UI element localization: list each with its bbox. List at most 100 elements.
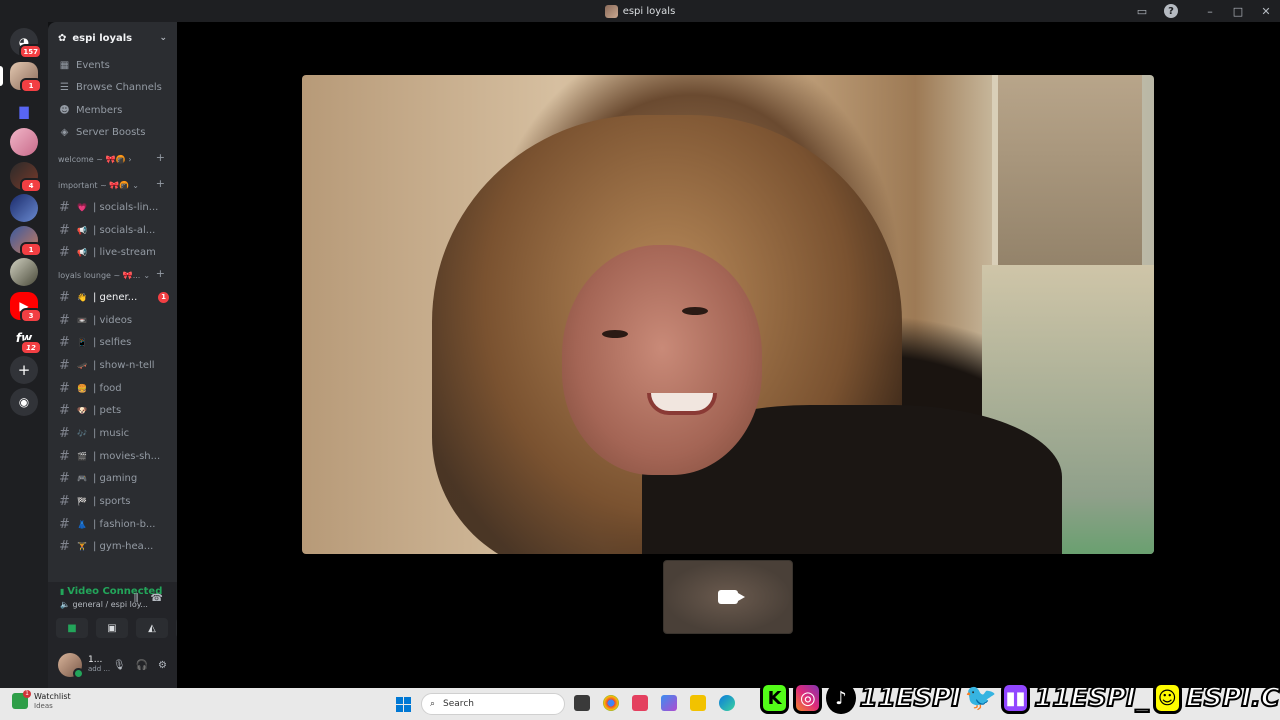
- add-server-icon[interactable]: +: [10, 356, 38, 384]
- menu-server-boosts[interactable]: ◈ Server Boosts: [48, 122, 177, 145]
- hash-icon: #: [59, 448, 70, 464]
- settings-gear-icon[interactable]: ⚙: [158, 660, 167, 671]
- self-view-tile[interactable]: [663, 560, 793, 634]
- channel-gym-health[interactable]: # 🏋 | gym-hea...: [48, 536, 177, 559]
- chevron-right-icon: ›: [128, 155, 132, 164]
- channel-fashion-beauty[interactable]: # 👗 | fashion-b...: [48, 513, 177, 536]
- calendar-icon: ▦: [59, 59, 70, 71]
- channel-name: | gym-hea...: [93, 541, 154, 553]
- video-camera-icon: [718, 590, 745, 604]
- hash-icon: #: [59, 222, 70, 238]
- search-placeholder: Search: [443, 699, 474, 709]
- video-smile: [647, 393, 717, 415]
- channel-gaming[interactable]: # 🎮 | gaming: [48, 468, 177, 491]
- channel-name: | live-stream: [93, 247, 156, 259]
- file-explorer-icon[interactable]: [690, 695, 706, 711]
- channel-emoji: 🎶: [77, 429, 87, 439]
- add-channel-icon[interactable]: +: [156, 151, 165, 164]
- participant-video[interactable]: [302, 75, 1154, 554]
- channel-socials-links[interactable]: # 💗 | socials-lin...: [48, 196, 177, 219]
- chrome-icon[interactable]: [603, 695, 619, 711]
- server-icon-7[interactable]: [10, 258, 38, 286]
- category-loyals-lounge[interactable]: loyals lounge ~ 🎀... ⌄ +: [48, 264, 177, 286]
- category-welcome[interactable]: welcome ~ 🎀🍘 › +: [48, 144, 177, 170]
- channel-emoji: 📱: [77, 338, 87, 348]
- hash-icon: #: [59, 289, 70, 305]
- category-important[interactable]: important ~ 🎀🍘 ⌄ +: [48, 170, 177, 196]
- video-eye: [602, 330, 628, 338]
- screen-share-button[interactable]: ▣: [96, 618, 128, 638]
- microphone-icon[interactable]: 🎙: [113, 660, 126, 671]
- search-icon: ⌕: [430, 699, 436, 709]
- boost-icon: ◈: [60, 127, 69, 139]
- home-button[interactable]: ◕ 157: [10, 28, 42, 59]
- camera-button[interactable]: ■: [56, 618, 88, 638]
- server-header[interactable]: ✿ espi loyals ⌄: [48, 22, 177, 54]
- channel-live-stream[interactable]: # 📢 | live-stream: [48, 241, 177, 264]
- channel-socials-alerts[interactable]: # 📢 | socials-al...: [48, 219, 177, 242]
- noise-suppression-icon[interactable]: ⫼: [134, 593, 139, 604]
- screen-share-icon: ▣: [107, 622, 117, 634]
- mention-badge: 1: [158, 291, 169, 303]
- taskbar-search[interactable]: ⌕ Search: [421, 693, 565, 715]
- fw-server-icon[interactable]: fw 12: [10, 324, 42, 355]
- handle-text-1: 11ESPI: [859, 682, 962, 714]
- channel-pets[interactable]: # 🐶 | pets: [48, 400, 177, 423]
- server-rail: ◕ 157 1 ▇ 4 1 ▶ 3 fw 12 + ◉: [0, 22, 48, 688]
- snapchat-icon: ☺: [1152, 682, 1182, 714]
- windows-start-icon[interactable]: [396, 697, 411, 712]
- channel-sports[interactable]: # 🏁 | sports: [48, 490, 177, 513]
- avatar[interactable]: [58, 653, 84, 679]
- menu-events[interactable]: ▦ Events: [48, 54, 177, 77]
- server-icon-1[interactable]: 1: [10, 62, 42, 93]
- add-channel-icon[interactable]: +: [156, 177, 165, 190]
- menu-browse-channels[interactable]: ☰ Browse Channels: [48, 77, 177, 100]
- edge-icon[interactable]: [719, 695, 735, 711]
- task-view-icon[interactable]: [574, 695, 590, 711]
- minimize-button[interactable]: –: [1196, 0, 1224, 22]
- server-icon-3[interactable]: [10, 128, 38, 156]
- channel-general[interactable]: # 👋 | gener... 1: [48, 286, 177, 309]
- members-icon: ☻: [59, 104, 70, 116]
- server-badge: 4: [20, 178, 42, 193]
- channel-name: | socials-lin...: [93, 201, 159, 213]
- channel-show-n-tell[interactable]: # 🛹 | show-n-tell: [48, 354, 177, 377]
- explore-compass-icon[interactable]: ◉: [10, 388, 38, 416]
- channel-selfies[interactable]: # 📱 | selfies: [48, 331, 177, 354]
- server-icon-4[interactable]: 4: [10, 162, 42, 193]
- hash-icon: #: [59, 471, 70, 487]
- add-channel-icon[interactable]: +: [156, 267, 165, 280]
- activities-button[interactable]: ◭: [136, 618, 168, 638]
- channel-food[interactable]: # 🍔 | food: [48, 377, 177, 400]
- channel-videos[interactable]: # 📼 | videos: [48, 309, 177, 332]
- watchlist-widget[interactable]: Watchlist Ideas: [12, 689, 71, 710]
- help-icon[interactable]: ?: [1164, 4, 1178, 18]
- server-badge: 3: [20, 308, 42, 323]
- tiktok-icon: ♪: [826, 682, 856, 714]
- server-icon-6[interactable]: 1: [10, 226, 42, 257]
- server-badge: 1: [20, 78, 42, 93]
- channel-movies-shows[interactable]: # 🎬 | movies-sh...: [48, 445, 177, 468]
- disconnect-icon[interactable]: ☎: [151, 593, 163, 604]
- copilot-icon[interactable]: [661, 695, 677, 711]
- server-folder-icon[interactable]: ▇: [10, 98, 38, 126]
- hash-icon: #: [59, 199, 70, 215]
- menu-members[interactable]: ☻ Members: [48, 99, 177, 122]
- inbox-icon[interactable]: ▭: [1128, 0, 1156, 22]
- server-icon-5[interactable]: [10, 194, 38, 222]
- user-status: add ...: [88, 665, 111, 674]
- channel-music[interactable]: # 🎶 | music: [48, 422, 177, 445]
- handle-text-3: ESPI.C: [1185, 682, 1280, 714]
- tiktok-app-icon[interactable]: [632, 695, 648, 711]
- list-icon: ☰: [60, 82, 69, 94]
- headphones-icon[interactable]: 🎧: [136, 660, 148, 671]
- server-badge: 1: [20, 242, 42, 257]
- youtube-server-icon[interactable]: ▶ 3: [10, 292, 42, 323]
- close-button[interactable]: ✕: [1252, 0, 1280, 22]
- maximize-button[interactable]: □: [1224, 0, 1252, 22]
- twitch-icon: ▮▮: [1001, 682, 1031, 714]
- chevron-down-icon: ⌄: [159, 33, 167, 43]
- channel-emoji: 📢: [77, 248, 87, 258]
- server-logo-icon: ✿: [58, 32, 67, 44]
- hash-icon: #: [59, 426, 70, 442]
